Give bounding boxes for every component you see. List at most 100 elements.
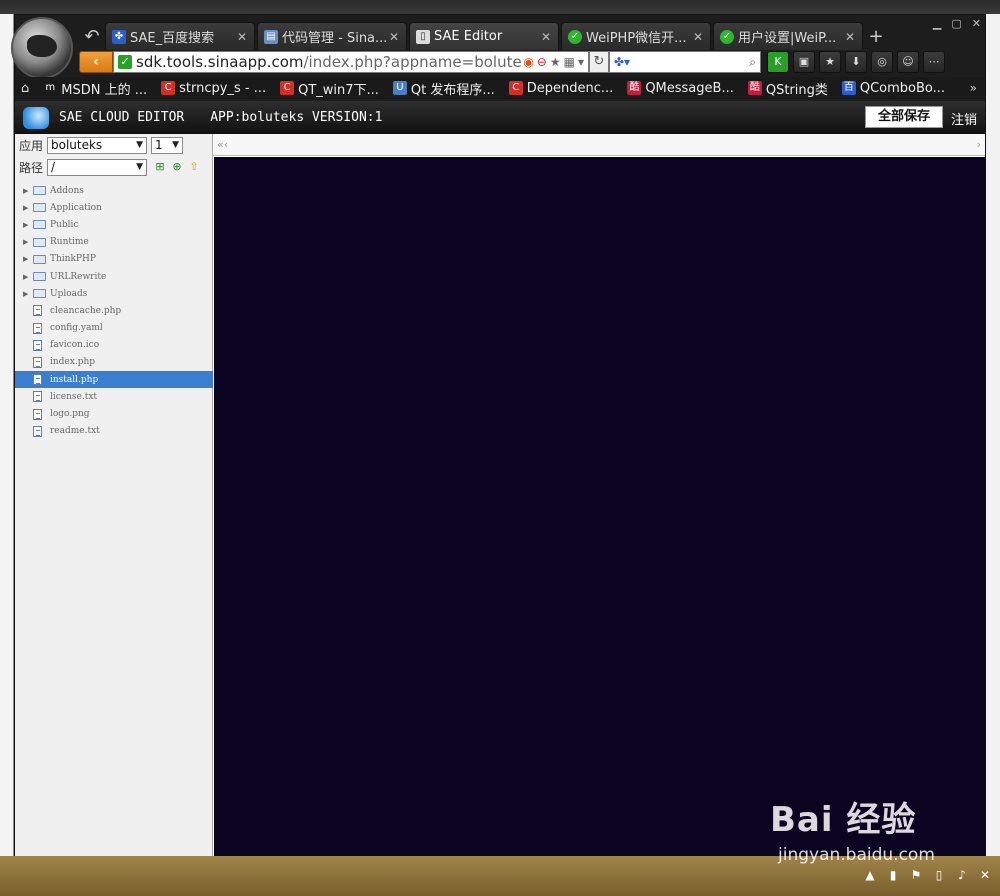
search-icon[interactable]: ⌕: [749, 55, 756, 70]
new-file-icon[interactable]: ⊞: [153, 160, 167, 174]
address-bar[interactable]: ✓ sdk.tools.sinaapp.com/index.php?appnam…: [113, 51, 589, 73]
power-icon[interactable]: ▯: [932, 868, 946, 882]
bookmark-item[interactable]: 酷 QString类: [747, 79, 828, 98]
new-folder-icon[interactable]: ⊕: [170, 160, 184, 174]
tree-file[interactable]: readme.txt: [15, 423, 213, 440]
browser-logo-icon[interactable]: [11, 17, 73, 79]
tree-item-label: license.txt: [50, 391, 98, 402]
tab-title: 代码管理 - Sina...: [282, 31, 388, 46]
expand-arrow-icon[interactable]: ▶: [23, 204, 33, 212]
undo-close-tab-icon[interactable]: ↶: [79, 24, 105, 50]
path-label: 路径: [19, 160, 44, 175]
expand-arrow-icon[interactable]: ▶: [23, 238, 33, 246]
code-editor[interactable]: [214, 157, 985, 856]
tab-sae-editor[interactable]: ▯ SAE Editor ✕: [409, 22, 559, 50]
tab-close-icon[interactable]: ✕: [388, 30, 400, 44]
bookmark-item[interactable]: m MSDN 上的 ...: [43, 79, 147, 98]
tree-file-selected[interactable]: install.php: [15, 371, 213, 389]
file-icon: [33, 339, 42, 351]
network-icon[interactable]: ▮: [886, 868, 900, 882]
expand-arrow-icon[interactable]: ▶: [23, 255, 33, 263]
search-engine-icon[interactable]: ◉: [523, 55, 533, 69]
bookmark-item[interactable]: 酷 QMessageB...: [627, 81, 734, 96]
tree-folder[interactable]: ▶ Addons: [15, 182, 213, 199]
tree-folder[interactable]: ▶ ThinkPHP: [15, 251, 213, 268]
download-icon[interactable]: ⬇: [845, 51, 867, 73]
home-icon[interactable]: ⌂: [21, 81, 29, 96]
folder-icon: [33, 220, 46, 230]
tree-folder[interactable]: ▶ Runtime: [15, 234, 213, 251]
tab-scroll-left-icon[interactable]: «‹: [217, 138, 228, 151]
close-icon[interactable]: ✕: [978, 868, 992, 882]
background-window-left: [0, 14, 14, 896]
path-select[interactable]: / ▼: [47, 158, 147, 176]
game-icon[interactable]: ◎: [871, 51, 893, 73]
volume-icon[interactable]: ♪: [955, 868, 969, 882]
tab-title: SAE_百度搜索: [130, 31, 215, 46]
bookmark-item[interactable]: C Dependenc...: [508, 80, 614, 96]
kaspersky-icon[interactable]: K: [767, 51, 789, 73]
tree-folder[interactable]: ▶ Uploads: [15, 285, 213, 302]
show-hidden-icons-icon[interactable]: ▲: [863, 868, 877, 882]
sae-editor-page: SAE CLOUD EDITOR APP:boluteks VERSION:1 …: [15, 101, 985, 856]
version-select[interactable]: 1 ▼: [151, 136, 183, 154]
bookmark-item[interactable]: U Qt 发布程序...: [392, 79, 495, 98]
save-all-button[interactable]: 全部保存: [865, 106, 943, 128]
tab-user-settings[interactable]: ✓ 用户设置|WeiP... ✕: [713, 22, 863, 50]
block-icon[interactable]: ⊖: [537, 55, 547, 69]
tree-file[interactable]: favicon.ico: [15, 337, 213, 354]
tree-folder[interactable]: ▶ Application: [15, 199, 213, 216]
bookmark-item[interactable]: C strncpy_s - ...: [161, 81, 266, 96]
app-select-value: boluteks: [51, 138, 103, 152]
expand-arrow-icon[interactable]: ▶: [23, 221, 33, 229]
flag-icon[interactable]: ⚑: [909, 868, 923, 882]
tree-item-label: readme.txt: [50, 426, 100, 437]
folder-icon: [33, 254, 46, 264]
tab-close-icon[interactable]: ✕: [236, 30, 248, 44]
qr-icon[interactable]: ▦: [564, 55, 575, 69]
reload-icon[interactable]: ↻: [589, 51, 609, 73]
chevron-down-icon[interactable]: ▾: [578, 55, 584, 69]
tab-baidu-search[interactable]: ✤ SAE_百度搜索 ✕: [105, 22, 255, 50]
url-host: sdk.tools.sinaapp.com: [136, 53, 304, 71]
expand-arrow-icon[interactable]: ▶: [23, 273, 33, 281]
tree-folder[interactable]: ▶ URLRewrite: [15, 268, 213, 285]
expand-arrow-icon[interactable]: ▶: [23, 290, 33, 298]
new-tab-button[interactable]: +: [865, 24, 887, 50]
bookmark-favicon: 百: [841, 81, 856, 95]
watermark-url: jingyan.baidu.com: [778, 845, 935, 865]
tree-file[interactable]: config.yaml: [15, 320, 213, 337]
path-select-value: /: [51, 160, 56, 174]
chevron-more-icon[interactable]: »: [970, 81, 977, 95]
tab-code-management[interactable]: ▤ 代码管理 - Sina... ✕: [257, 22, 407, 50]
back-button[interactable]: ‹: [79, 51, 113, 73]
tab-close-icon[interactable]: ✕: [540, 30, 552, 44]
tab-scroll-right-icon[interactable]: ›: [977, 138, 981, 151]
tree-file[interactable]: index.php: [15, 354, 213, 371]
bookmark-label: Dependenc...: [526, 80, 614, 96]
bookmark-item[interactable]: 百 QComboBo...: [841, 80, 946, 96]
bookmark-label: QComboBo...: [859, 80, 946, 96]
search-box[interactable]: ✤▾ ⌕: [609, 51, 761, 73]
tab-weiphp[interactable]: ✓ WeiPHP微信开... ✕: [561, 22, 711, 50]
favorites-icon[interactable]: ★: [819, 51, 841, 73]
more-icon[interactable]: ⋯: [923, 51, 945, 73]
lock-icon[interactable]: ▣: [793, 51, 815, 73]
logout-link[interactable]: 注销: [951, 109, 977, 128]
tree-folder[interactable]: ▶ Public: [15, 216, 213, 233]
robot-icon[interactable]: ☺: [897, 51, 919, 73]
star-icon[interactable]: ★: [550, 55, 561, 69]
tree-file[interactable]: logo.png: [15, 405, 213, 422]
tab-close-icon[interactable]: ✕: [844, 30, 856, 44]
up-directory-icon[interactable]: ⇧: [187, 160, 201, 174]
baidu-icon: ✤: [112, 29, 126, 44]
baidu-jingyan-watermark: Bai 经验 jingyan.baidu.com: [770, 792, 935, 865]
expand-arrow-icon[interactable]: ▶: [23, 187, 33, 195]
tree-item-label: Addons: [50, 185, 84, 196]
tree-file[interactable]: cleancache.php: [15, 302, 213, 319]
tree-file[interactable]: license.txt: [15, 388, 213, 405]
bookmark-item[interactable]: C QT_win7下...: [280, 79, 379, 98]
app-select[interactable]: boluteks ▼: [47, 136, 147, 154]
tab-close-icon[interactable]: ✕: [692, 30, 704, 44]
weiphp-icon: ✓: [568, 29, 582, 44]
